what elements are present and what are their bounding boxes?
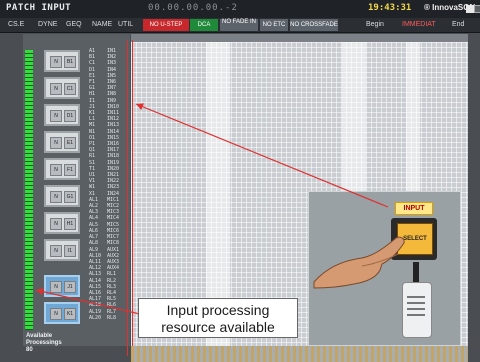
callout-line-2: resource available [161, 319, 275, 335]
callout-box: Input processing resource available [138, 298, 298, 338]
callout-line-1: Input processing [166, 302, 270, 318]
